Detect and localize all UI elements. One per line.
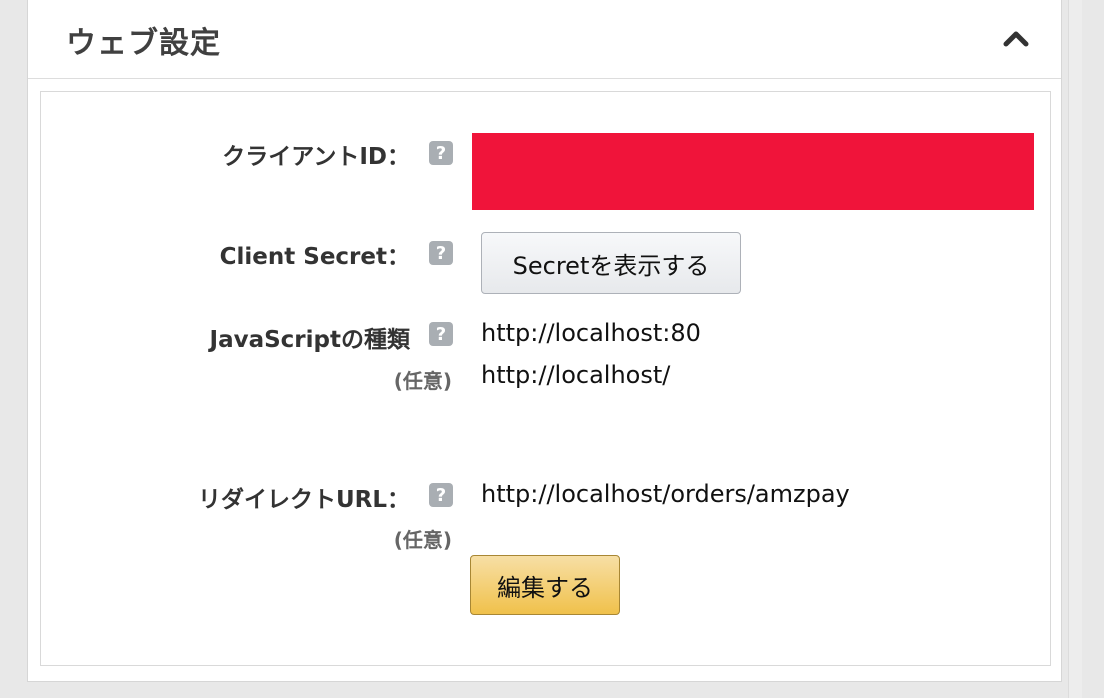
scrollbar-track[interactable] — [1068, 0, 1082, 698]
show-secret-button[interactable]: Secretを表示する — [481, 232, 741, 294]
help-icon[interactable]: ? — [429, 241, 453, 265]
redirect-url-label: リダイレクトURL： — [197, 487, 410, 513]
edit-button[interactable]: 編集する — [470, 555, 620, 615]
client-id-value-redacted — [472, 133, 1034, 210]
chevron-up-icon — [1003, 31, 1029, 47]
optional-label: (任意) — [393, 369, 452, 393]
optional-label: (任意) — [393, 528, 452, 552]
javascript-origin-value: http://localhost:80 — [481, 319, 701, 347]
help-icon[interactable]: ? — [429, 322, 453, 346]
javascript-origins-label: JavaScriptの種類 — [209, 327, 410, 353]
javascript-origin-value: http://localhost/ — [481, 361, 671, 389]
help-icon[interactable]: ? — [429, 483, 453, 507]
collapse-button[interactable] — [998, 20, 1034, 56]
redirect-url-value: http://localhost/orders/amzpay — [481, 480, 850, 508]
client-secret-label: Client Secret： — [219, 244, 410, 270]
panel-header: ウェブ設定 — [28, 0, 1061, 79]
client-id-label: クライアントID： — [222, 144, 410, 170]
help-icon[interactable]: ? — [429, 141, 453, 165]
panel-title: ウェブ設定 — [66, 26, 221, 61]
